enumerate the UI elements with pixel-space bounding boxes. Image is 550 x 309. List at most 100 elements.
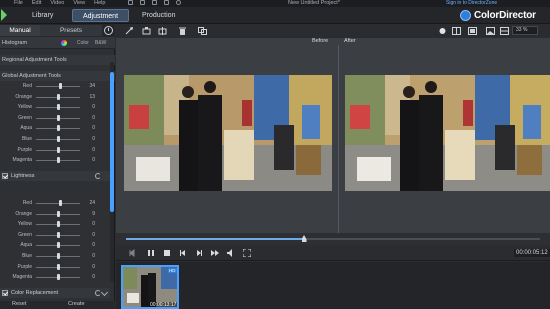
split-view-icon[interactable] [452,27,461,35]
slider-label: Green [18,231,32,238]
slider-handle[interactable] [58,200,62,206]
slider-lightness-red[interactable]: Red 24 [0,198,110,208]
histogram-row[interactable]: Histogram Color B&W [0,37,115,49]
slider-handle[interactable] [56,104,60,111]
slider-hsl-orange[interactable]: Orange 13 [0,92,110,102]
fullscreen-icon[interactable] [468,27,477,35]
tab-manual[interactable]: Manual [0,25,40,36]
pause-icon[interactable] [147,249,155,257]
export-icon[interactable] [164,0,169,5]
regional-tools-header[interactable]: Regional Adjustment Tools [0,55,115,65]
slider-handle[interactable] [57,93,61,100]
slider-hsl-yellow[interactable]: Yellow 0 [0,102,110,112]
create-button[interactable]: Create [68,301,85,307]
fast-forward-icon[interactable] [211,249,219,257]
scrubber-handle[interactable] [301,235,307,242]
menu-items: File Edit Video View Help [14,0,105,6]
main-header: Library Adjustment Production ColorDirec… [0,7,550,24]
crop-tool-icon[interactable] [142,27,151,35]
redo-icon[interactable] [140,0,145,5]
timeline-scrubber[interactable] [116,233,550,245]
image-view-icon[interactable] [486,27,495,35]
reset-icon[interactable] [95,173,101,179]
lightness-section[interactable]: Lightness [0,171,110,181]
signin-link[interactable]: Sign in to DirectorZone [446,0,497,6]
zoom-select[interactable]: 33 % [512,26,538,35]
slider-handle[interactable] [56,253,60,259]
slider-handle[interactable] [56,274,60,281]
slider-handle[interactable] [56,242,60,249]
tab-adjustment[interactable]: Adjustment [72,9,130,22]
undo-icon[interactable] [128,0,133,5]
slider-handle[interactable] [56,114,60,121]
slider-lightness-blue[interactable]: Blue 0 [0,251,110,261]
delete-icon[interactable] [178,27,187,35]
slider-handle[interactable] [56,146,60,153]
color-replacement-checkbox[interactable] [2,290,8,296]
lightness-checkbox[interactable] [2,173,8,179]
slider-handle[interactable] [58,83,62,89]
menu-edit[interactable]: Edit [32,0,41,6]
slider-lightness-purple[interactable]: Purple 0 [0,262,110,272]
slider-hsl-blue[interactable]: Blue 0 [0,134,110,144]
split-tool-icon[interactable] [158,27,167,35]
slider-hsl-purple[interactable]: Purple 0 [0,145,110,155]
slider-handle[interactable] [56,125,60,132]
magic-tool-icon[interactable] [125,27,134,35]
tab-production[interactable]: Production [132,9,185,22]
previous-frame-icon[interactable] [179,249,187,257]
app-logo-icon [1,9,7,21]
slider-lightness-aqua[interactable]: Aqua 0 [0,240,110,250]
slider-handle[interactable] [56,136,60,142]
menu-view[interactable]: View [73,0,85,6]
history-button[interactable] [102,25,114,36]
compare-divider[interactable] [338,45,339,233]
slider-hsl-aqua[interactable]: Aqua 0 [0,123,110,133]
clip-thumbnail[interactable]: 00:00:13:17 HD [121,265,179,309]
global-tools-header[interactable]: Global Adjustment Tools [0,71,115,81]
slider-lightness-magenta[interactable]: Magenta 0 [0,272,110,282]
timecode-display: 00:00:05:12 [514,249,550,257]
histogram-color-option[interactable]: Color [77,40,89,46]
slider-handle[interactable] [56,231,60,238]
slider-handle[interactable] [57,210,61,217]
filmstrip [116,262,550,309]
slider-handle[interactable] [56,263,60,270]
save-icon[interactable] [152,0,157,5]
color-replacement-section[interactable]: Color Replacement [0,288,110,298]
menu-file[interactable]: File [14,0,23,6]
chevron-down-icon[interactable] [100,288,109,297]
slider-lightness-green[interactable]: Green 0 [0,230,110,240]
tab-library[interactable]: Library [22,9,63,22]
panel-scrollbar[interactable] [110,62,114,282]
color-wheel-icon [61,40,67,46]
reset-button[interactable]: Reset [12,301,26,307]
slider-lightness-yellow[interactable]: Yellow 0 [0,219,110,229]
grid-view-icon[interactable] [500,27,509,35]
scrollbar-thumb[interactable] [110,72,114,212]
fullscreen-playback-icon[interactable] [242,248,252,258]
menu-bar: File Edit Video View Help New Untitled P… [0,0,550,7]
slider-hsl-magenta[interactable]: Magenta 0 [0,155,110,165]
settings-icon[interactable] [176,0,181,5]
next-frame-icon[interactable] [195,249,203,257]
slider-value: 13 [89,93,95,100]
slider-value: 0 [92,136,95,142]
slider-hsl-green[interactable]: Green 0 [0,113,110,123]
slider-handle[interactable] [56,157,60,164]
mark-in-icon[interactable] [128,249,136,257]
histogram-bw-option[interactable]: B&W [95,40,106,46]
tab-presets[interactable]: Presets [40,25,102,36]
menu-video[interactable]: Video [50,0,64,6]
slider-lightness-orange[interactable]: Orange 9 [0,209,110,219]
before-image [124,75,332,191]
compare-tool-icon[interactable] [198,27,207,35]
menu-help[interactable]: Help [94,0,105,6]
volume-icon[interactable] [227,249,235,257]
stop-icon[interactable] [163,249,171,257]
slider-handle[interactable] [56,221,60,228]
slider-hsl-red[interactable]: Red 34 [0,81,110,91]
reset-icon[interactable] [95,290,101,296]
view-mode-icon[interactable] [438,27,447,35]
slider-label: Magenta [12,274,32,281]
